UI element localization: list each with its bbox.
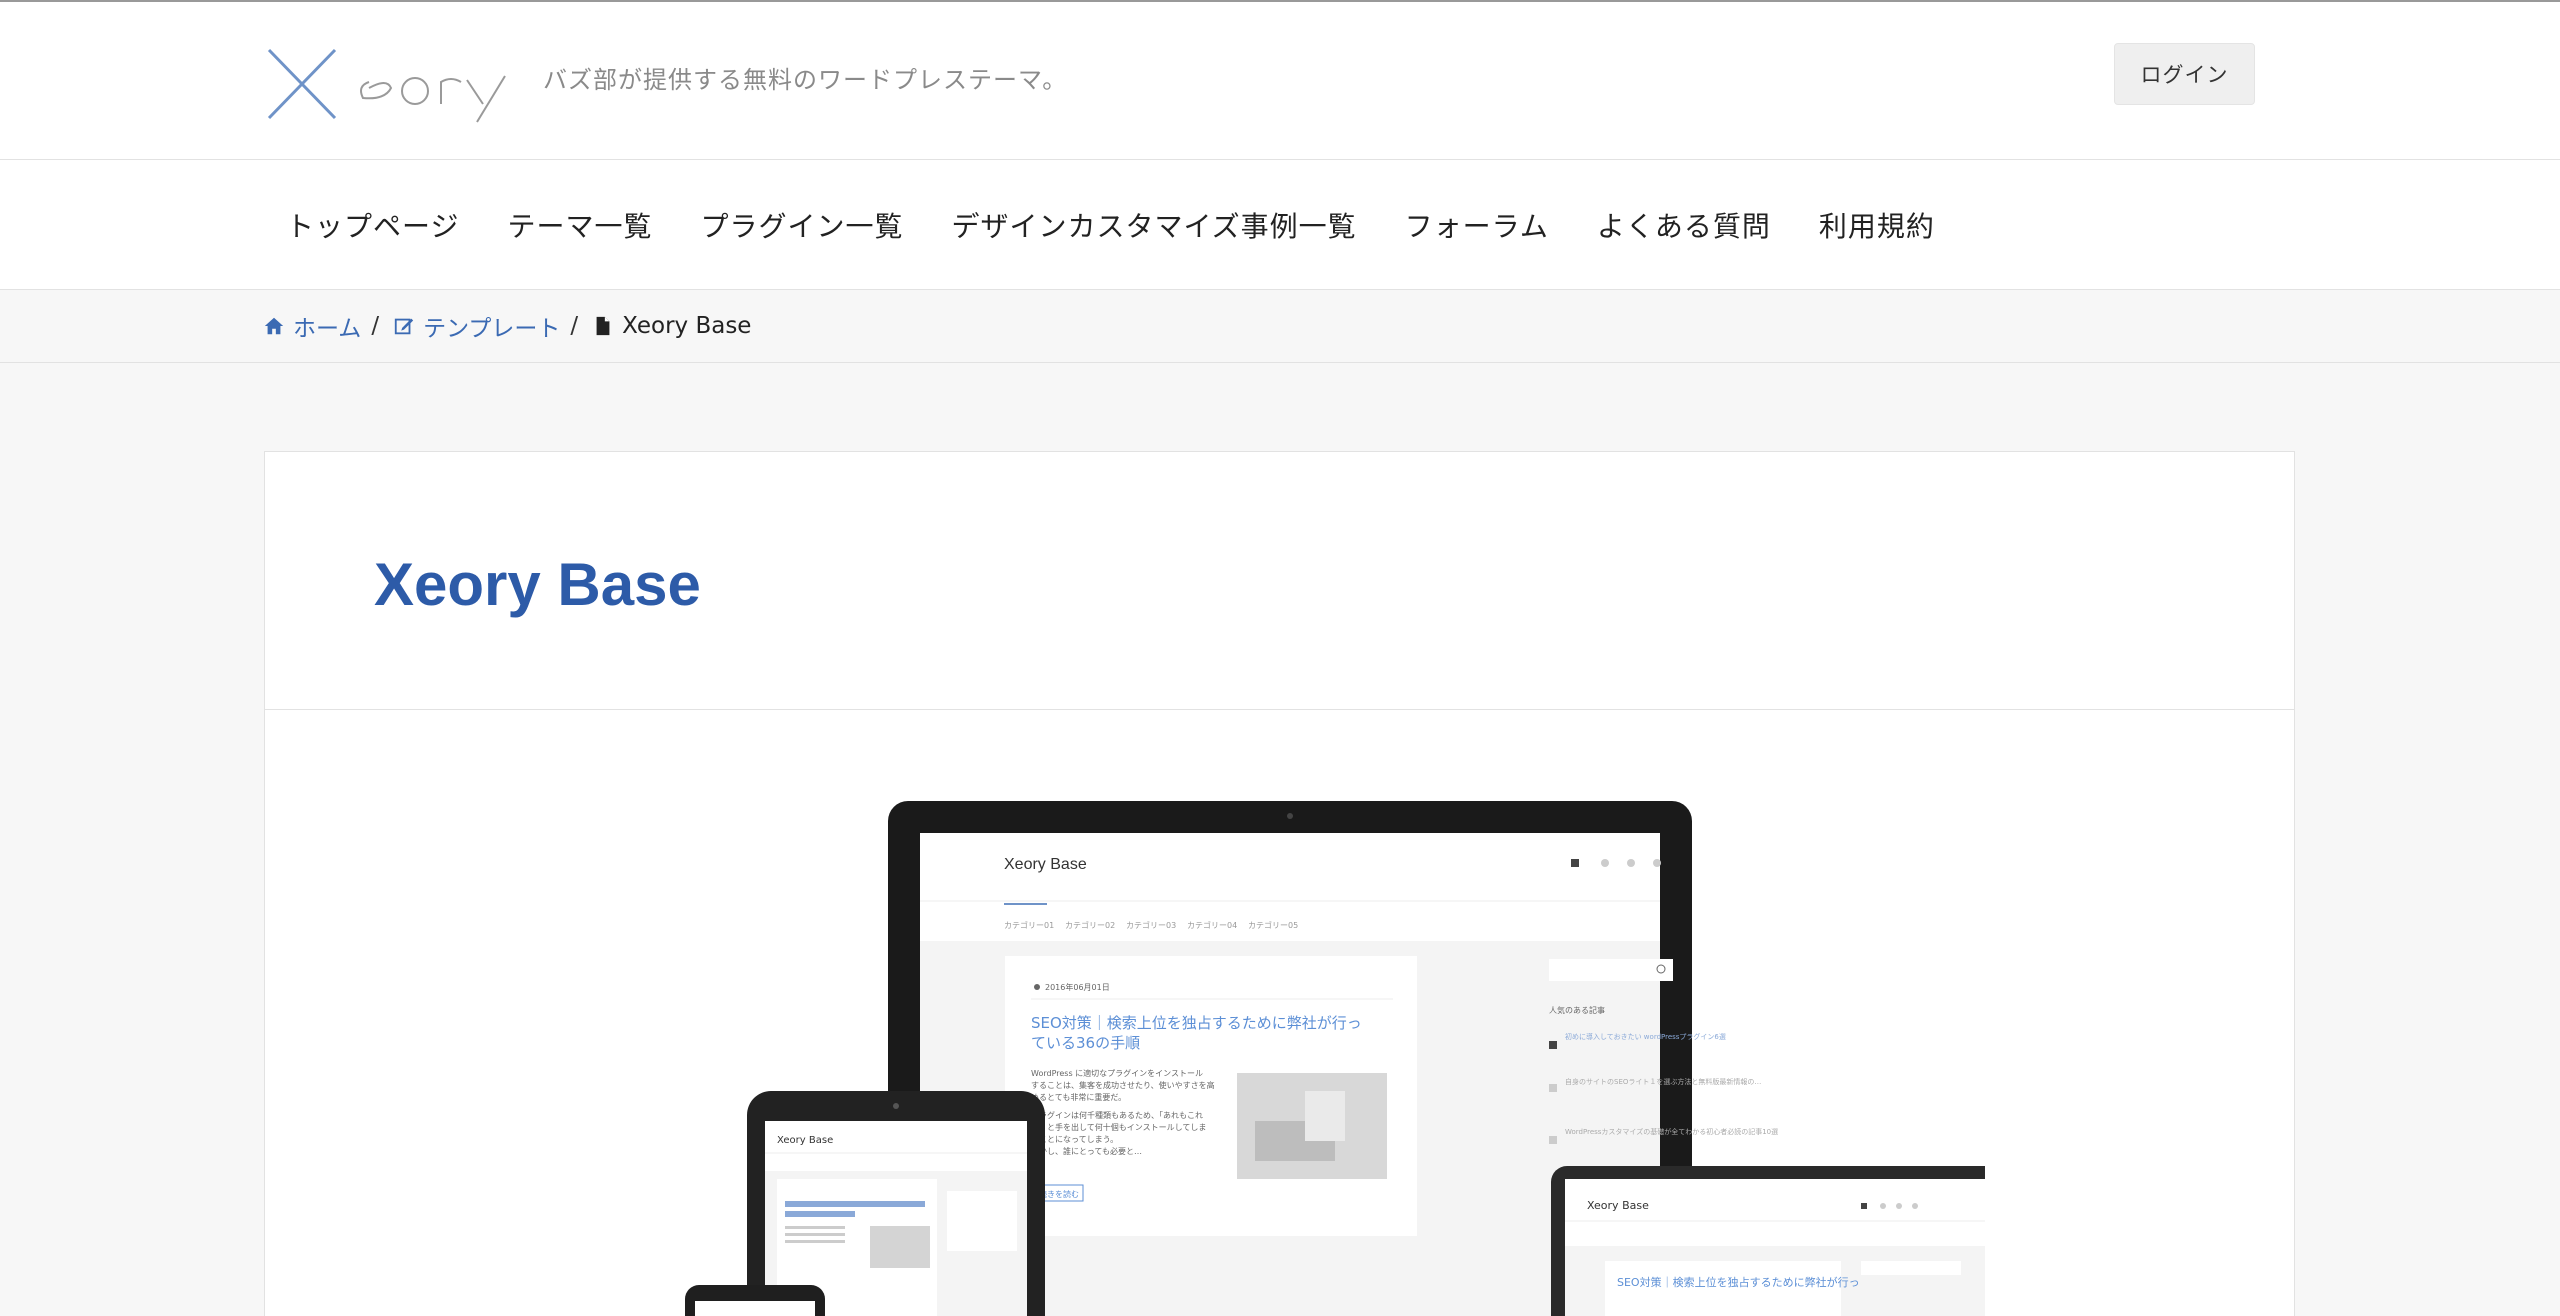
breadcrumb-current-label: Xeory Base xyxy=(622,313,752,339)
mockup-excerpt-4: も」と手を出して何十個もインストールしてしま xyxy=(1031,1122,1206,1132)
breadcrumb-category[interactable]: テンプレート xyxy=(393,309,560,343)
nav-item-faq[interactable]: よくある質問 xyxy=(1573,205,1795,245)
mockup-sidebar-heading: 人気のある記事 xyxy=(1549,1005,1605,1015)
breadcrumb-separator: / xyxy=(570,313,579,339)
nav-item-forum[interactable]: フォーラム xyxy=(1381,205,1573,245)
home-icon xyxy=(264,317,284,335)
breadcrumb-home[interactable]: ホーム xyxy=(263,309,361,343)
mockup-excerpt-6: しかし、誰にとっても必要と… xyxy=(1031,1146,1142,1156)
main-nav: トップページ テーマ一覧 プラグイン一覧 デザインカスタマイズ事例一覧 フォーラ… xyxy=(0,160,2560,290)
breadcrumb-separator: / xyxy=(371,313,380,339)
file-icon xyxy=(596,316,610,336)
post-header: Xeory Base xyxy=(265,452,2294,710)
breadcrumb-category-label[interactable]: テンプレート xyxy=(423,309,560,343)
edit-icon xyxy=(394,318,414,335)
login-button[interactable]: ログイン xyxy=(2114,43,2255,105)
site-logo[interactable] xyxy=(265,46,510,124)
mockup-nav-4: カテゴリー05 xyxy=(1248,920,1298,930)
mockup-nav-1: カテゴリー02 xyxy=(1065,920,1115,930)
post-card: Xeory Base Xeory Base カテゴリー01 カテゴリー02 カテ… xyxy=(264,451,2295,1316)
nav-item-plugins[interactable]: プラグイン一覧 xyxy=(676,205,927,245)
mockup-site-title: Xeory Base xyxy=(1004,856,1087,873)
site-header: バズ部が提供する無料のワードプレステーマ。 ログイン xyxy=(0,2,2560,160)
mockup-article-title-1: SEO対策｜検索上位を独占するために弊社が行っ xyxy=(1031,1014,1362,1032)
nav-item-themes[interactable]: テーマ一覧 xyxy=(483,205,676,245)
mockup-sidebar-item-1: 自身のサイトのSEOライト１を選ぶ方法と無料版最新情報の… xyxy=(1565,1077,1761,1086)
mockup-sidebar-item-2: WordPressカスタマイズの基礎が全てわかる初心者必読の記事10選 xyxy=(1565,1127,1778,1136)
nav-item-terms[interactable]: 利用規約 xyxy=(1795,205,1959,245)
mockup-excerpt-2: めるとても非常に重要だ。 xyxy=(1031,1092,1126,1102)
mockup-tablet-title: Xeory Base xyxy=(777,1135,833,1146)
mockup-excerpt-1: することは、集客を成功させたり、使いやすさを高 xyxy=(1031,1080,1215,1090)
breadcrumb: ホーム / テンプレート / Xeory Base xyxy=(0,290,2560,363)
breadcrumb-current: Xeory Base xyxy=(592,313,751,339)
nav-item-design-cases[interactable]: デザインカスタマイズ事例一覧 xyxy=(927,205,1380,245)
mockup-excerpt-0: WordPress に適切なプラグインをインストール xyxy=(1031,1068,1203,1078)
post-title: Xeory Base xyxy=(374,551,701,618)
site-tagline: バズ部が提供する無料のワードプレステーマ。 xyxy=(543,66,1068,94)
breadcrumb-home-label[interactable]: ホーム xyxy=(293,309,361,343)
nav-item-top[interactable]: トップページ xyxy=(262,205,483,245)
mockup-laptop-title: Xeory Base xyxy=(1587,1199,1649,1212)
theme-preview-image: Xeory Base カテゴリー01 カテゴリー02 カテゴリー03 カテゴリー… xyxy=(685,801,1985,1316)
mockup-sidebar-item-0: 初めに導入しておきたい wordPressプラグイン6選 xyxy=(1565,1032,1726,1041)
mockup-nav-2: カテゴリー03 xyxy=(1126,920,1176,930)
mockup-nav-0: カテゴリー01 xyxy=(1004,920,1054,930)
mockup-date: 2016年06月01日 xyxy=(1045,982,1110,992)
mockup-nav-3: カテゴリー04 xyxy=(1187,920,1237,930)
mockup-article-title-2: ている36の手順 xyxy=(1031,1034,1140,1052)
mockup-excerpt-3: プラグインは何千種類もあるため、「あれもこれ xyxy=(1031,1110,1203,1120)
mockup-laptop-article-title: SEO対策｜検索上位を独占するために弊社が行っ xyxy=(1617,1275,1860,1289)
